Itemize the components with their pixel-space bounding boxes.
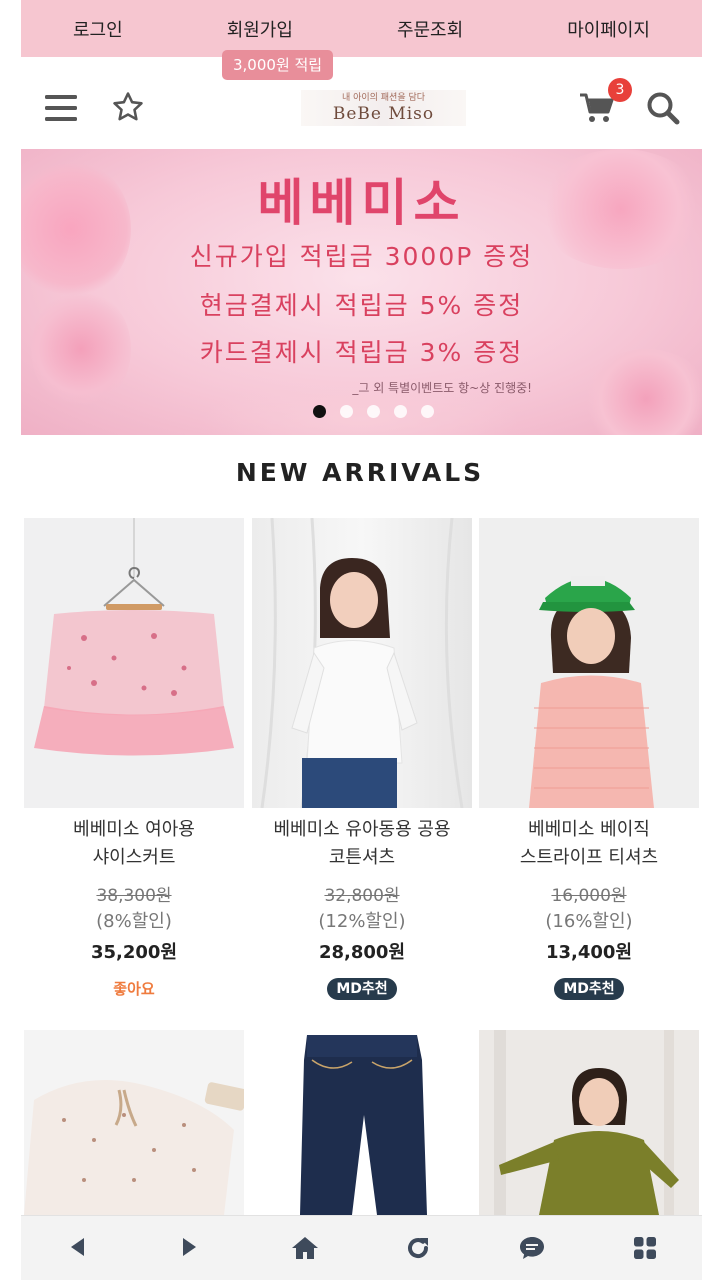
product-image[interactable] bbox=[24, 1030, 244, 1215]
product-card[interactable]: 베베미소 베이직 스트라이프 티셔츠 16,000원 (16%할인) 13,40… bbox=[479, 518, 699, 1002]
product-image[interactable] bbox=[24, 518, 244, 808]
section-title: NEW ARRIVALS bbox=[235, 458, 485, 487]
original-price: 16,000원 bbox=[551, 886, 627, 906]
logo-name: BeBe Miso bbox=[332, 104, 435, 124]
original-price: 32,800원 bbox=[324, 886, 400, 906]
like-badge: 좋아요 bbox=[113, 980, 155, 998]
sale-price: 13,400원 bbox=[545, 942, 633, 963]
cart-count-badge: 3 bbox=[608, 78, 632, 102]
signup-link[interactable]: 회원가입 bbox=[227, 16, 293, 42]
promo-banner[interactable]: 베베미소 신규가입 적립금 3000P 증정 현금결제시 적립금 5% 증정 카… bbox=[21, 149, 702, 435]
carousel-dot[interactable] bbox=[421, 405, 434, 418]
discount-rate: (16%할인) bbox=[545, 911, 633, 932]
discount-rate: (8%할인) bbox=[96, 911, 172, 932]
original-price: 38,300원 bbox=[96, 886, 172, 906]
product-image[interactable] bbox=[252, 1030, 472, 1215]
forward-icon[interactable] bbox=[181, 1236, 199, 1262]
banner-note: _그 외 특별이벤트도 항~상 진행중! bbox=[352, 381, 532, 395]
login-link[interactable]: 로그인 bbox=[73, 16, 123, 42]
sale-price: 35,200원 bbox=[90, 942, 178, 963]
sale-price: 28,800원 bbox=[318, 942, 406, 963]
order-lookup-link[interactable]: 주문조회 bbox=[397, 16, 463, 42]
refresh-icon[interactable] bbox=[405, 1235, 431, 1265]
banner-line-1: 신규가입 적립금 3000P 증정 bbox=[189, 242, 534, 271]
menu-icon[interactable] bbox=[45, 94, 77, 126]
discount-rate: (12%할인) bbox=[318, 911, 406, 932]
product-image[interactable] bbox=[252, 518, 472, 808]
product-card[interactable]: 베베미소 유아동용 공용 코튼셔츠 32,800원 (12%할인) 28,800… bbox=[252, 518, 472, 1002]
product-name-line1[interactable]: 베베미소 여아용 bbox=[24, 816, 244, 844]
carousel-dot[interactable] bbox=[367, 405, 380, 418]
product-name-line2[interactable]: 샤이스커트 bbox=[24, 844, 244, 872]
carousel-dot[interactable] bbox=[394, 405, 407, 418]
mypage-link[interactable]: 마이페이지 bbox=[567, 16, 650, 42]
header: 내 아이의 패션을 담다 BeBe Miso 3 bbox=[21, 60, 702, 148]
home-icon[interactable] bbox=[291, 1235, 319, 1265]
product-image[interactable] bbox=[479, 1030, 699, 1215]
product-card[interactable]: 베베미소 여아용 샤이스커트 38,300원 (8%할인) 35,200원 좋아… bbox=[24, 518, 244, 1002]
apps-icon[interactable] bbox=[633, 1236, 657, 1264]
banner-line-3: 카드결제시 적립금 3% 증정 bbox=[199, 338, 524, 367]
top-nav: 로그인 회원가입 주문조회 마이페이지 bbox=[21, 0, 702, 57]
md-pick-badge: MD추천 bbox=[327, 978, 397, 1000]
star-icon[interactable] bbox=[111, 90, 145, 128]
carousel-dot[interactable] bbox=[313, 405, 326, 418]
product-name-line2[interactable]: 스트라이프 티셔츠 bbox=[479, 844, 699, 872]
bottom-nav-bar bbox=[21, 1215, 702, 1280]
product-name-line2[interactable]: 코튼셔츠 bbox=[252, 844, 472, 872]
back-icon[interactable] bbox=[68, 1236, 86, 1262]
logo-tagline: 내 아이의 패션을 담다 bbox=[341, 93, 426, 103]
search-icon[interactable] bbox=[645, 90, 681, 130]
banner-line-2: 현금결제시 적립금 5% 증정 bbox=[199, 291, 524, 320]
brand-logo[interactable]: 내 아이의 패션을 담다 BeBe Miso bbox=[301, 90, 466, 126]
product-name-line1[interactable]: 베베미소 유아동용 공용 bbox=[252, 816, 472, 844]
product-name-line1[interactable]: 베베미소 베이직 bbox=[479, 816, 699, 844]
cart-icon[interactable] bbox=[578, 92, 614, 128]
carousel-dots bbox=[313, 405, 434, 418]
chat-icon[interactable] bbox=[519, 1236, 545, 1264]
product-image[interactable] bbox=[479, 518, 699, 808]
md-pick-badge: MD추천 bbox=[554, 978, 624, 1000]
banner-title: 베베미소 bbox=[257, 174, 466, 232]
carousel-dot[interactable] bbox=[340, 405, 353, 418]
